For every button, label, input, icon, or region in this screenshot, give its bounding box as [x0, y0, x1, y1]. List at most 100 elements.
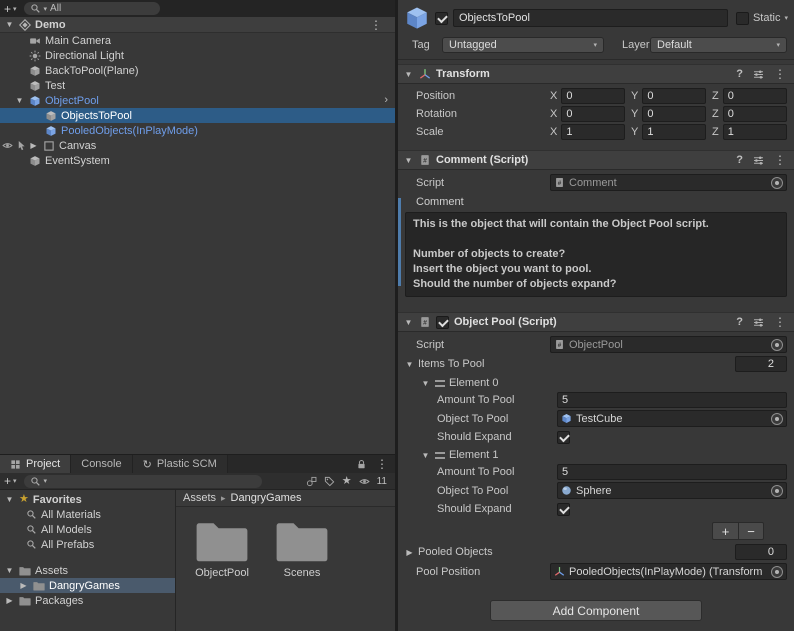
object-to-pool-field[interactable]: Sphere [557, 482, 787, 499]
script-object-field[interactable]: Comment [550, 174, 787, 191]
object-picker-icon[interactable] [771, 176, 783, 189]
hierarchy-item-canvas[interactable]: ▶ Canvas [0, 138, 395, 153]
search-by-type-icon[interactable] [306, 476, 317, 487]
kebab-menu-icon[interactable]: ⋮ [774, 315, 786, 329]
foldout-open-icon[interactable]: ▼ [420, 451, 431, 460]
hierarchy-item-main-camera[interactable]: Main Camera [0, 33, 395, 48]
should-expand-checkbox[interactable] [557, 502, 570, 516]
foldout-closed-icon[interactable]: ▶ [18, 581, 29, 590]
create-object-button[interactable]: + ▾ [4, 2, 17, 16]
pool-position-field[interactable]: PooledObjects(InPlayMode) (Transform [550, 563, 787, 580]
foldout-open-icon[interactable]: ▼ [403, 318, 414, 327]
position-y-field[interactable] [642, 88, 706, 104]
presets-icon[interactable] [753, 155, 764, 166]
element-1-header[interactable]: ▼ Element 1 [398, 446, 794, 463]
hierarchy-item-pooledobjects[interactable]: PooledObjects(InPlayMode) [0, 123, 395, 138]
foldout-open-icon[interactable]: ▼ [404, 360, 415, 369]
folder-tile-objectpool[interactable]: ObjectPool [190, 519, 254, 631]
hierarchy-item-test[interactable]: Test [0, 78, 395, 93]
favorite-all-prefabs[interactable]: All Prefabs [0, 537, 175, 552]
foldout-open-icon[interactable]: ▼ [14, 96, 25, 105]
help-icon[interactable]: ? [736, 68, 743, 80]
presets-icon[interactable] [753, 69, 764, 80]
drag-handle-icon[interactable] [435, 451, 445, 459]
array-size-field[interactable] [735, 356, 787, 372]
position-z-field[interactable] [722, 88, 787, 104]
hidden-count-eye-icon[interactable] [359, 476, 370, 487]
hierarchy-item-objectpool[interactable]: ▼ ObjectPool › [0, 93, 395, 108]
comment-header[interactable]: ▼ Comment (Script) ? ⋮ [398, 150, 794, 170]
hierarchy-item-directional-light[interactable]: Directional Light [0, 48, 395, 63]
tree-item-packages[interactable]: ▶ Packages [0, 593, 175, 608]
foldout-open-icon[interactable]: ▼ [4, 495, 15, 504]
tree-item-dangrygames-selected[interactable]: ▶ DangryGames [0, 578, 175, 593]
element-0-header[interactable]: ▼ Element 0 [398, 374, 794, 391]
add-element-button[interactable]: + [713, 523, 738, 539]
scale-z-field[interactable] [722, 124, 787, 140]
script-object-field[interactable]: ObjectPool [550, 336, 787, 353]
foldout-open-icon[interactable]: ▼ [4, 566, 15, 575]
foldout-closed-icon[interactable]: ▶ [28, 141, 39, 150]
pooled-objects-size-field[interactable] [735, 544, 787, 560]
rotation-z-field[interactable] [722, 106, 787, 122]
foldout-open-icon[interactable]: ▼ [403, 156, 414, 165]
chevron-down-icon[interactable]: ▾ [784, 14, 788, 22]
gameobject-cube-icon[interactable] [404, 5, 430, 31]
amount-to-pool-field[interactable] [557, 392, 787, 408]
tab-project[interactable]: Project [0, 455, 72, 473]
amount-to-pool-field[interactable] [557, 464, 787, 480]
project-search-input[interactable]: ▾ [23, 474, 262, 488]
hierarchy-search-input[interactable]: ▾ All [23, 2, 160, 15]
foldout-open-icon[interactable]: ▼ [420, 379, 431, 388]
foldout-open-icon[interactable]: ▼ [4, 20, 15, 29]
tab-plastic-scm[interactable]: ↻ Plastic SCM [132, 455, 228, 473]
kebab-menu-icon[interactable]: ⋮ [774, 67, 786, 81]
comment-textarea[interactable]: This is the object that will contain the… [405, 212, 787, 297]
favorite-all-models[interactable]: All Models [0, 522, 175, 537]
hierarchy-item-backtopool-plane[interactable]: BackToPool(Plane) [0, 63, 395, 78]
static-control[interactable]: Static ▾ [733, 11, 788, 25]
breadcrumb-dangrygames[interactable]: DangryGames [231, 492, 302, 504]
scale-y-field[interactable] [642, 124, 706, 140]
scene-header[interactable]: ▼ Demo ⋮ [0, 17, 395, 33]
tree-item-assets[interactable]: ▼ Assets [0, 563, 175, 578]
add-component-button[interactable]: Add Component [490, 600, 702, 621]
foldout-closed-icon[interactable]: ▶ [404, 548, 415, 557]
layer-dropdown[interactable]: Default ▾ [650, 37, 787, 53]
drag-handle-icon[interactable] [435, 379, 445, 387]
saved-search-star-icon[interactable]: ★ [342, 475, 352, 487]
presets-icon[interactable] [753, 317, 764, 328]
scale-x-field[interactable] [561, 124, 625, 140]
should-expand-checkbox[interactable] [557, 430, 570, 444]
transform-header[interactable]: ▼ Transform ? ⋮ [398, 64, 794, 84]
lock-icon[interactable] [356, 459, 367, 470]
object-picker-icon[interactable] [771, 484, 783, 497]
create-asset-button[interactable]: + ▾ [4, 474, 17, 488]
eye-icon[interactable] [2, 140, 13, 151]
help-icon[interactable]: ? [736, 316, 743, 328]
static-checkbox[interactable] [735, 11, 749, 25]
kebab-menu-icon[interactable]: ⋮ [774, 153, 786, 167]
folder-tile-scenes[interactable]: Scenes [270, 519, 334, 631]
tag-dropdown[interactable]: Untagged ▾ [442, 37, 604, 53]
search-by-label-icon[interactable] [324, 476, 335, 487]
remove-element-button[interactable]: − [738, 523, 763, 539]
tab-console[interactable]: Console [71, 455, 133, 473]
kebab-menu-icon[interactable]: ⋮ [370, 18, 382, 32]
hierarchy-item-eventsystem[interactable]: EventSystem [0, 153, 395, 168]
component-enabled-checkbox[interactable] [436, 315, 449, 329]
breadcrumb-assets[interactable]: Assets [183, 492, 216, 504]
rotation-x-field[interactable] [561, 106, 625, 122]
pickability-icon[interactable] [16, 140, 27, 151]
object-picker-icon[interactable] [771, 565, 783, 578]
gameobject-name-field[interactable] [453, 9, 728, 27]
active-checkbox[interactable] [435, 11, 448, 25]
foldout-closed-icon[interactable]: ▶ [4, 596, 15, 605]
object-to-pool-field[interactable]: TestCube [557, 410, 787, 427]
help-icon[interactable]: ? [736, 154, 743, 166]
search-filter-caret-icon[interactable]: ▾ [44, 5, 48, 13]
open-prefab-chevron-icon[interactable]: › [384, 94, 388, 106]
rotation-y-field[interactable] [642, 106, 706, 122]
favorite-all-materials[interactable]: All Materials [0, 507, 175, 522]
foldout-open-icon[interactable]: ▼ [403, 70, 414, 79]
